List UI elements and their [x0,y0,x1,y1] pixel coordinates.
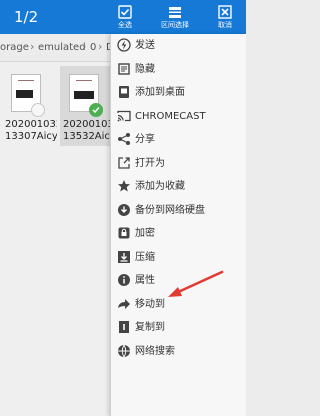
select-all-icon [118,5,132,19]
chevron-right-icon: › [30,40,35,53]
selection-toolbar: 1/2 全选 区间选择 取消 [0,0,246,34]
context-menu: 发送 隐藏 添加到桌面 CHROMECAST 分享 打开为 添加为收藏 备份到网… [110,34,246,416]
add-to-desktop-icon [117,85,131,99]
range-select-button[interactable]: 区间选择 [153,0,197,34]
copy-icon [117,320,131,334]
breadcrumb-item[interactable]: emulated [38,41,86,54]
range-select-icon [169,7,181,18]
chevron-right-icon: › [98,40,103,53]
send-icon [117,38,131,52]
range-select-label: 区间选择 [161,21,189,29]
select-all-label: 全选 [118,21,132,29]
select-all-button[interactable]: 全选 [105,0,145,34]
file-tile-selected[interactable]: 202001032 13532Aic [60,66,116,146]
cast-icon [117,109,131,123]
breadcrumb-item[interactable]: 0 [90,41,96,54]
cloud-backup-icon [117,203,131,217]
menu-item-open-as[interactable]: 打开为 [111,152,246,176]
screen: 1/2 全选 区间选择 取消 orage › emulated › 0 › 20… [0,0,246,416]
menu-item-cloud-backup[interactable]: 备份到网络硬盘 [111,199,246,223]
file-name: 202001032 13307Aicy. [5,119,57,142]
checkmark-icon [92,107,100,114]
selection-checkbox-checked[interactable] [89,103,103,117]
encrypt-icon [117,226,131,240]
move-icon [117,297,131,311]
selection-counter: 1/2 [14,8,39,26]
cancel-button[interactable]: 取消 [205,0,245,34]
annotation-arrow-icon [168,270,224,297]
open-as-icon [117,156,131,170]
menu-item-compress[interactable]: 压缩 [111,246,246,270]
hide-icon [117,62,131,76]
menu-item-chromecast[interactable]: CHROMECAST [111,105,246,129]
close-icon [218,5,232,19]
favorite-icon [117,179,131,193]
compress-icon [117,250,131,264]
selection-checkbox[interactable] [31,103,45,117]
menu-item-copy-to[interactable]: 复制到 [111,316,246,340]
menu-item-encrypt[interactable]: 加密 [111,222,246,246]
web-search-icon [117,344,131,358]
menu-item-hide[interactable]: 隐藏 [111,58,246,82]
menu-item-favorite[interactable]: 添加为收藏 [111,175,246,199]
breadcrumb-item[interactable]: orage [0,41,29,54]
share-icon [117,132,131,146]
file-tile[interactable]: 202001032 13307Aicy. [2,66,58,146]
file-name: 202001032 13532Aic [63,119,115,142]
menu-item-send[interactable]: 发送 [111,34,246,58]
menu-item-share[interactable]: 分享 [111,128,246,152]
menu-item-web-search[interactable]: 网络搜索 [111,340,246,364]
chevron-right-icon: › [82,40,87,53]
cancel-label: 取消 [218,21,232,29]
menu-item-add-to-desktop[interactable]: 添加到桌面 [111,81,246,105]
info-icon [117,273,131,287]
